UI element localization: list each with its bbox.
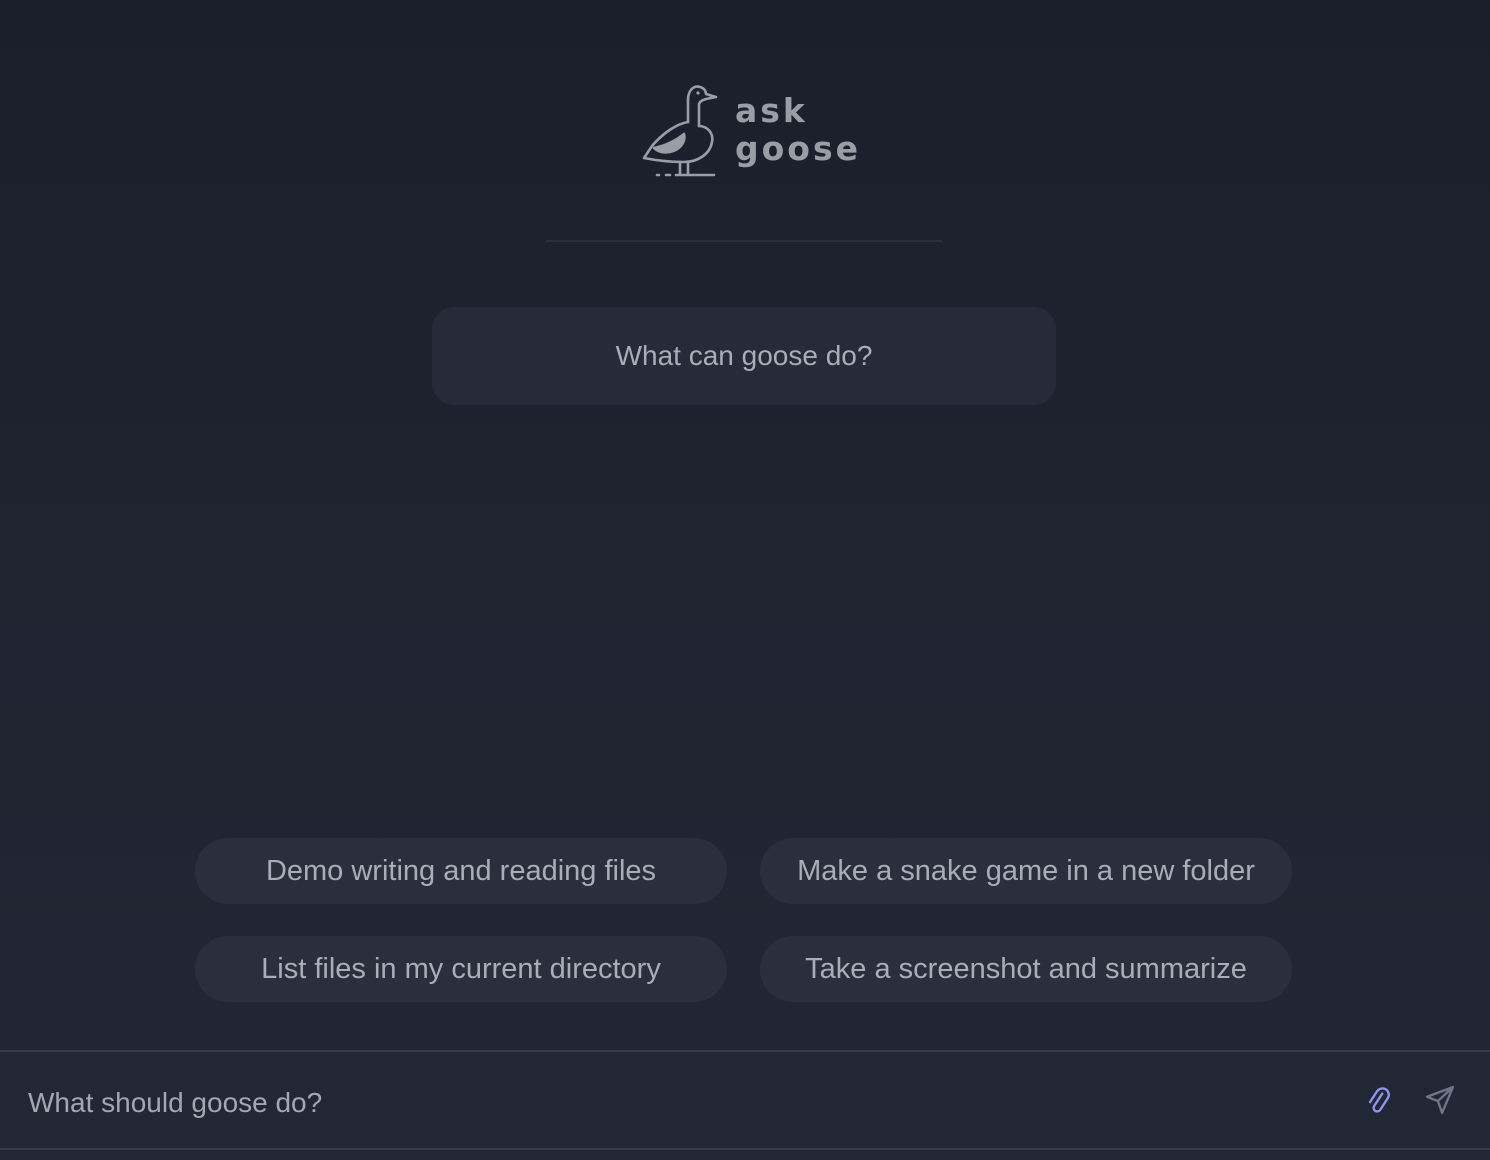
logo-text-line2: goose <box>735 129 861 168</box>
logo-text: ask goose <box>735 92 861 168</box>
goose-icon <box>642 85 718 177</box>
logo-text-line1: ask <box>735 91 808 130</box>
what-can-goose-do-card[interactable]: What can goose do? <box>432 307 1056 405</box>
suggestion-label: Make a snake game in a new folder <box>797 854 1255 887</box>
paperclip-icon <box>1368 1087 1390 1113</box>
hero-card-label: What can goose do? <box>615 340 873 371</box>
suggestion-label: Take a screenshot and summarize <box>805 952 1247 985</box>
chat-input-bar <box>0 1050 1490 1150</box>
app-logo: ask goose <box>640 82 860 182</box>
suggestion-snake-game-button[interactable]: Make a snake game in a new folder <box>760 838 1292 904</box>
suggestion-label: List files in my current directory <box>261 952 661 985</box>
suggestion-demo-files-button[interactable]: Demo writing and reading files <box>195 838 727 904</box>
send-icon <box>1425 1085 1455 1115</box>
suggestion-label: Demo writing and reading files <box>265 854 657 887</box>
suggestion-list-files-button[interactable]: List files in my current directory <box>195 936 727 1002</box>
header-divider <box>546 240 942 242</box>
attach-button[interactable] <box>1358 1080 1398 1120</box>
chat-input[interactable] <box>26 1080 1330 1126</box>
send-button[interactable] <box>1420 1080 1460 1120</box>
suggestion-screenshot-button[interactable]: Take a screenshot and summarize <box>760 936 1292 1002</box>
